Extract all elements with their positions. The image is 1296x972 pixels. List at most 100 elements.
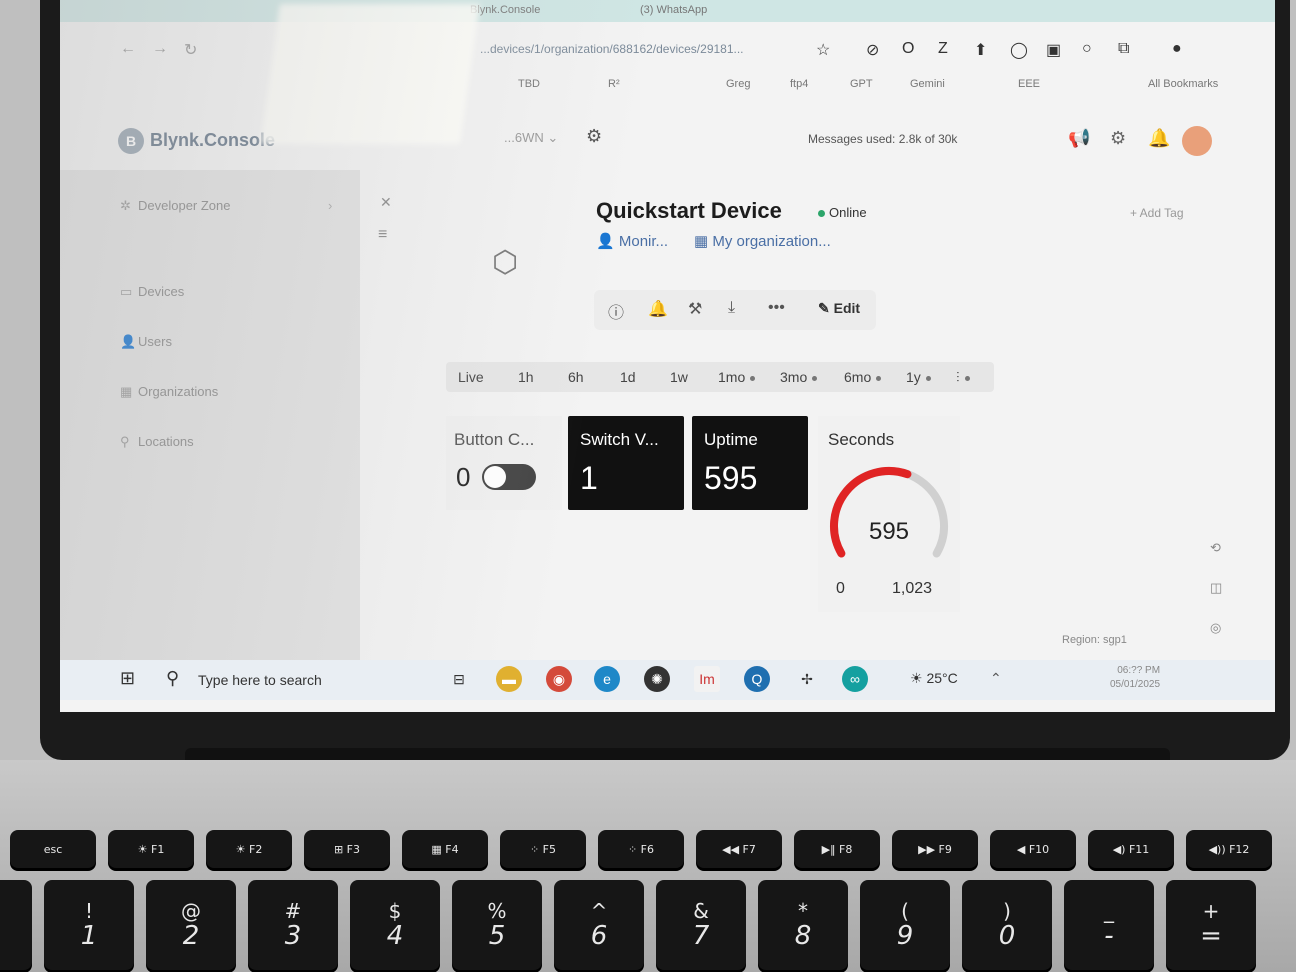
extension-icon[interactable]: ⬆ — [974, 40, 987, 60]
puzzle-icon[interactable]: ⧉ — [1118, 40, 1129, 58]
settings-icon[interactable]: ⚙ — [1110, 128, 1126, 149]
range-6mo[interactable]: 6mo — [844, 369, 882, 385]
key-f3[interactable]: ⊞ F3 — [304, 830, 390, 868]
range-live[interactable]: Live — [458, 369, 484, 385]
reload-icon[interactable]: ↻ — [184, 40, 197, 60]
windows-start-icon[interactable]: ⊞ — [120, 668, 135, 689]
weather[interactable]: ☀ 25°C — [910, 670, 958, 687]
extension-icon[interactable]: ◯ — [1010, 40, 1028, 60]
key-f5[interactable]: ⁘ F5 — [500, 830, 586, 868]
fan-app-icon[interactable]: ✢ — [794, 666, 820, 692]
key-f8[interactable]: ▶‖ F8 — [794, 830, 880, 868]
key-f1[interactable]: ☀ F1 — [108, 830, 194, 868]
chevron-up-icon[interactable]: ⌃ — [990, 670, 1002, 687]
extension-icon[interactable]: ⊘ — [866, 40, 879, 60]
history-icon[interactable]: ⟲ — [1210, 540, 1221, 556]
blynk-logo[interactable]: B Blynk.Console — [118, 128, 275, 154]
edit-button[interactable]: ✎ Edit — [818, 300, 860, 317]
key-f4[interactable]: ▦ F4 — [402, 830, 488, 868]
key-=[interactable]: + = — [1166, 880, 1256, 970]
key-7[interactable]: & 7 — [656, 880, 746, 970]
key-9[interactable]: (9 — [860, 880, 950, 970]
more-icon[interactable]: ••• — [768, 299, 785, 317]
range-6h[interactable]: 6h — [568, 369, 584, 385]
forward-icon[interactable]: → — [152, 40, 168, 58]
custom-range-icon[interactable]: ⫶ — [956, 369, 970, 386]
bookmark-item-all[interactable]: All Bookmarks — [1148, 78, 1218, 90]
extension-icon[interactable]: ▣ — [1046, 40, 1061, 60]
extension-icon[interactable]: O — [902, 40, 914, 58]
key-8[interactable]: * 8 — [758, 880, 848, 970]
range-3mo[interactable]: 3mo — [780, 369, 818, 385]
add-tag-button[interactable]: + Add Tag — [1130, 206, 1184, 220]
sidebar-item-devices[interactable]: ▭ Devices — [120, 284, 184, 300]
tab-whatsapp[interactable]: (3) WhatsApp — [630, 0, 717, 20]
profile-icon[interactable]: ● — [1172, 40, 1182, 58]
key-1[interactable]: ! 1 — [44, 880, 134, 970]
chat-icon[interactable]: ◫ — [1210, 580, 1222, 596]
help-icon[interactable]: ◎ — [1210, 620, 1221, 636]
search-app-icon[interactable]: Q — [744, 666, 770, 692]
sidebar-item-organizations[interactable]: ▦ Organizations — [120, 384, 218, 400]
download-icon[interactable]: ⤓ — [728, 299, 735, 317]
device-owner-link[interactable]: 👤 Monir... — [596, 232, 668, 250]
gear-icon[interactable]: ⚙ — [586, 126, 602, 147]
sidebar-item-users[interactable]: 👤 Users — [120, 334, 172, 350]
bookmark-item[interactable]: R² — [608, 78, 620, 90]
key-f11[interactable]: ◀) F11 — [1088, 830, 1174, 868]
range-1d[interactable]: 1d — [620, 369, 636, 385]
key-3[interactable]: #3 — [248, 880, 338, 970]
edge-icon[interactable]: e — [594, 666, 620, 692]
key--[interactable]: _ - — [1064, 880, 1154, 970]
clock[interactable]: 06:?? PM 05/01/2025 — [1110, 664, 1160, 692]
org-selector[interactable]: ...6WN ⌄ — [504, 130, 558, 146]
key-5[interactable]: % 5 — [452, 880, 542, 970]
sidebar-item-developer-zone[interactable]: ✲ Developer Zone — [120, 198, 231, 214]
key-f9[interactable]: ▶▶ F9 — [892, 830, 978, 868]
bookmark-item[interactable]: GPT — [850, 78, 873, 90]
back-icon[interactable]: ← — [120, 40, 136, 58]
key-esc[interactable]: esc — [10, 830, 96, 868]
key-f2[interactable]: ☀ F2 — [206, 830, 292, 868]
bookmark-item[interactable]: ftp4 — [790, 78, 808, 90]
task-view-icon[interactable]: ⊟ — [446, 666, 472, 692]
key-f6[interactable]: ⁘ F6 — [598, 830, 684, 868]
range-1y[interactable]: 1y — [906, 369, 931, 385]
file-explorer-icon[interactable]: ▬ — [496, 666, 522, 692]
device-org-link[interactable]: ▦ My organization... — [694, 232, 831, 250]
info-icon[interactable]: ⓘ — [608, 299, 624, 323]
range-1w[interactable]: 1w — [670, 369, 688, 385]
bookmark-item[interactable]: EEE — [1018, 78, 1040, 90]
bell-icon[interactable]: 🔔 — [648, 299, 668, 319]
chrome-icon[interactable]: ◉ — [546, 666, 572, 692]
bookmark-item[interactable]: Greg — [726, 78, 750, 90]
extension-icon[interactable]: ○ — [1082, 40, 1092, 58]
close-icon[interactable]: ✕ — [380, 194, 392, 211]
key-2[interactable]: @2 — [146, 880, 236, 970]
power-toggle[interactable] — [482, 464, 536, 490]
taskbar-search[interactable]: ⚲ Type here to search — [160, 664, 420, 694]
menu-icon[interactable]: ≡ — [378, 226, 387, 244]
bookmark-item[interactable]: TBD — [518, 78, 540, 90]
key-backtick[interactable] — [0, 880, 32, 970]
key-f10[interactable]: ◀ F10 — [990, 830, 1076, 868]
key-f12[interactable]: ◀)) F12 — [1186, 830, 1272, 868]
megaphone-icon[interactable]: 📢 — [1068, 128, 1090, 149]
key-4[interactable]: $4 — [350, 880, 440, 970]
star-icon[interactable]: ☆ — [816, 40, 830, 60]
range-1h[interactable]: 1h — [518, 369, 534, 385]
bookmark-item[interactable]: Gemini — [910, 78, 945, 90]
arduino-icon[interactable]: ∞ — [842, 666, 868, 692]
tools-icon[interactable]: ⚒ — [688, 299, 702, 319]
avatar[interactable] — [1182, 126, 1212, 156]
im-app-icon[interactable]: Im — [694, 666, 720, 692]
tab-blynk[interactable]: Blynk.Console — [460, 0, 550, 20]
notification-icon[interactable]: 🔔 — [1148, 128, 1170, 149]
chatgpt-icon[interactable]: ✺ — [644, 666, 670, 692]
range-1mo[interactable]: 1mo — [718, 369, 756, 385]
extension-icon[interactable]: Z — [938, 40, 948, 58]
key-6[interactable]: ^ 6 — [554, 880, 644, 970]
key-0[interactable]: ) 0 — [962, 880, 1052, 970]
key-f7[interactable]: ◀◀ F7 — [696, 830, 782, 868]
sidebar-item-locations[interactable]: ⚲ Locations — [120, 434, 194, 450]
